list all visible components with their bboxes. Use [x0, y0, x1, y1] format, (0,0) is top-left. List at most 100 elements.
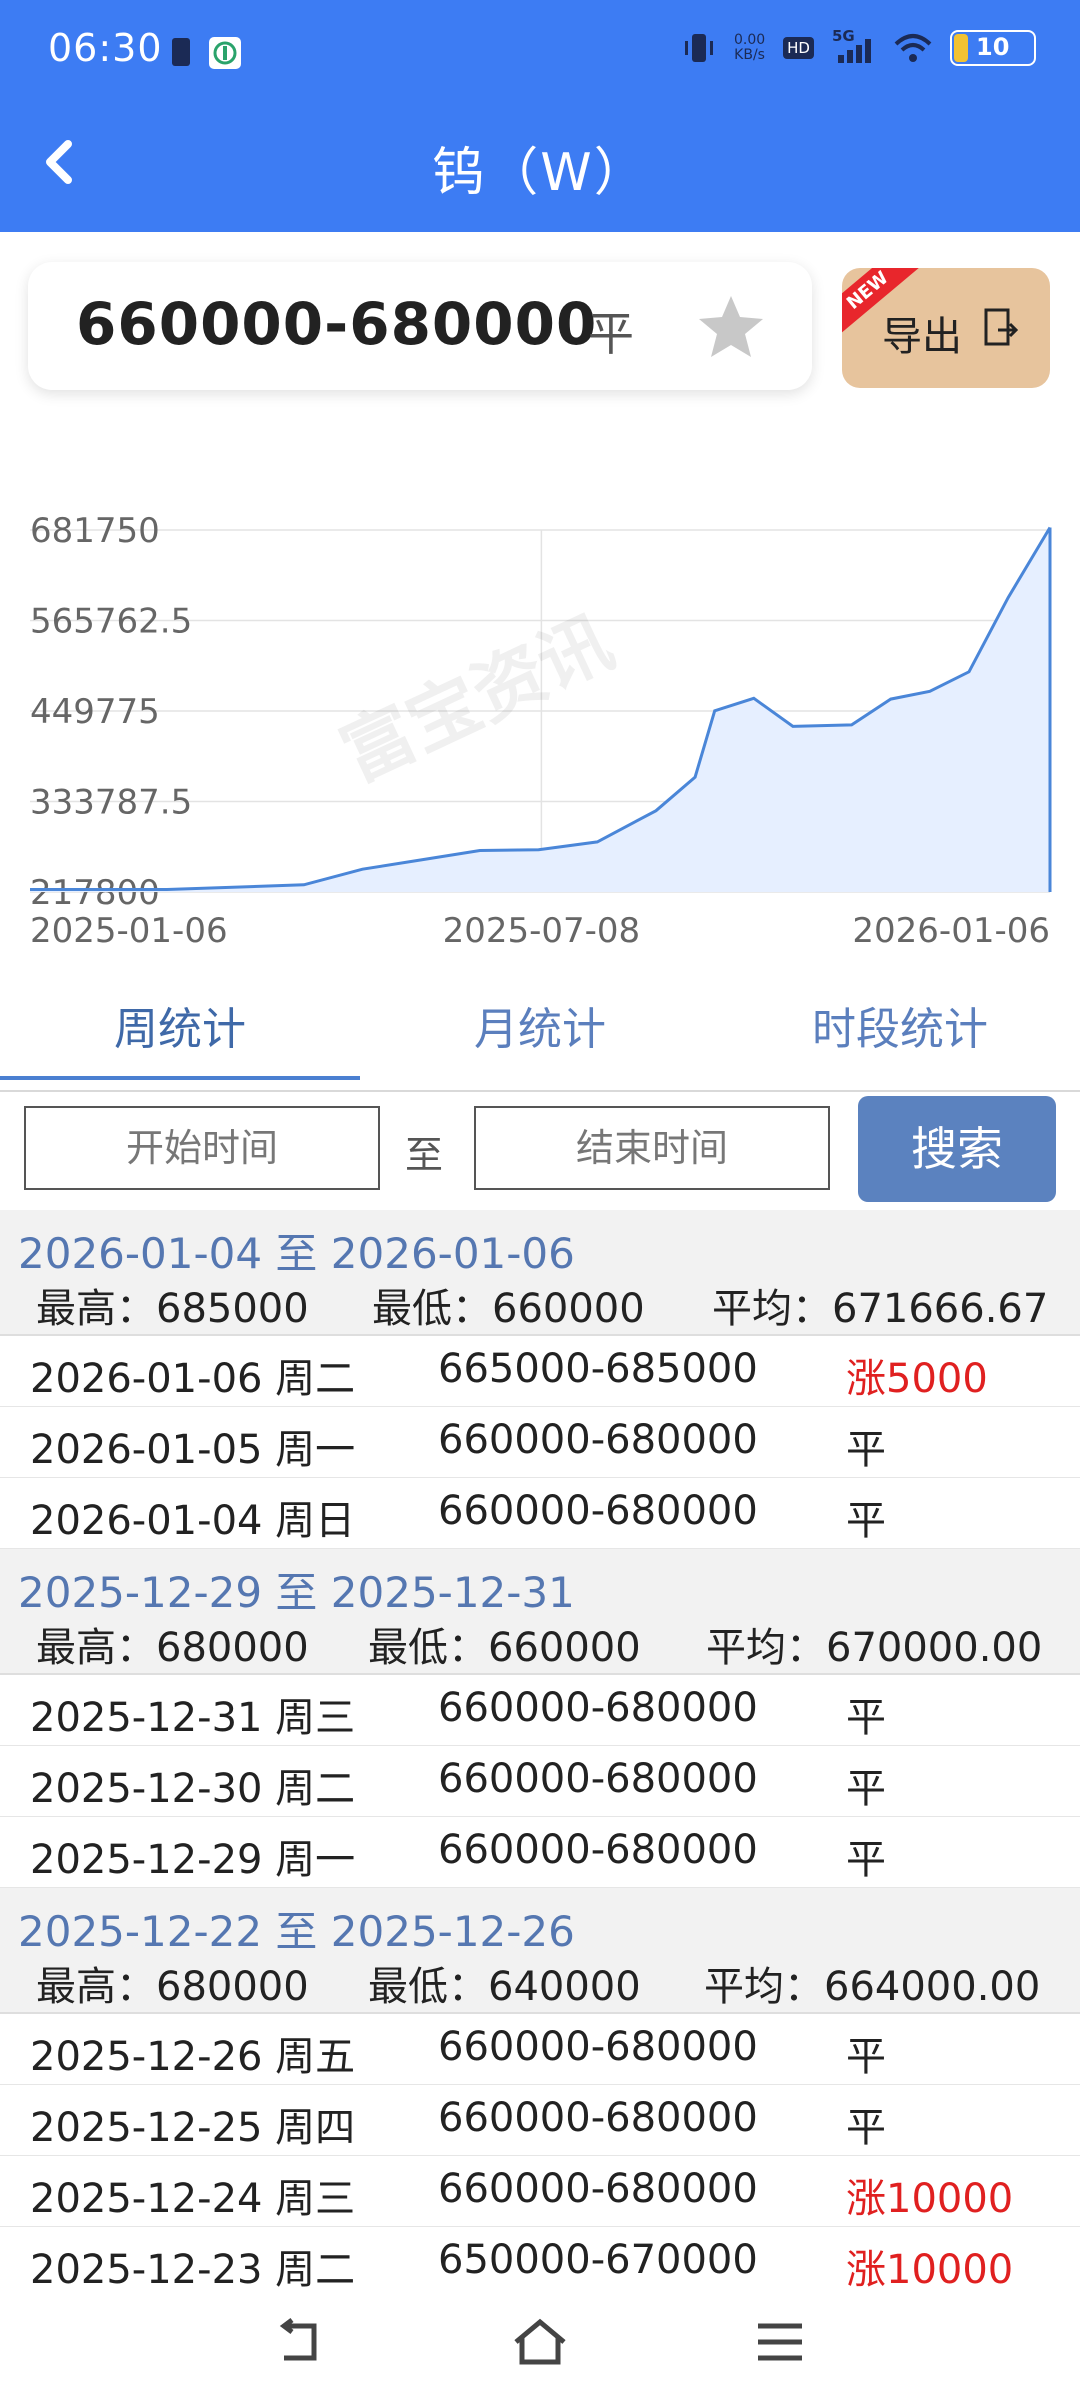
app-notification-icon — [209, 37, 241, 69]
row-change: 平 — [846, 1498, 886, 1544]
price-row[interactable]: 2025-12-29 周一 660000-680000 平 — [0, 1817, 1080, 1888]
row-date: 2025-12-25 周四 — [30, 2105, 356, 2151]
week-avg: 平均：671666.67 — [712, 1286, 1049, 1332]
y-tick-label: 449775 — [30, 692, 160, 732]
row-change: 平 — [846, 2105, 886, 2151]
week-range: 2025-12-29 至 2025-12-31 — [18, 1568, 575, 1617]
row-price-range: 660000-680000 — [438, 1685, 758, 1731]
row-change: 平 — [846, 1695, 886, 1741]
week-high: 最高：680000 — [36, 1625, 309, 1671]
stat-tabs: 周统计 月统计 时段统计 — [0, 990, 1080, 1092]
x-tick-label: 2025-07-08 — [443, 911, 641, 951]
export-button[interactable]: NEW 导出 — [842, 268, 1050, 388]
row-date: 2025-12-24 周三 — [30, 2176, 356, 2222]
week-group-header: 2025-12-29 至 2025-12-31 最高：680000 最低：660… — [0, 1549, 1080, 1675]
page-title: 钨（W） — [432, 143, 648, 203]
favorite-star-icon[interactable] — [696, 292, 766, 362]
hd-badge: HD — [783, 37, 814, 59]
tab-monthly[interactable]: 月统计 — [360, 990, 720, 1090]
search-button[interactable]: 搜索 — [858, 1096, 1056, 1202]
vibrate-icon — [684, 34, 713, 62]
tab-weekly[interactable]: 周统计 — [0, 990, 360, 1090]
to-label: 至 — [405, 1133, 444, 1177]
y-tick-label: 217800 — [30, 873, 160, 913]
row-price-range: 660000-680000 — [438, 1827, 758, 1873]
row-date: 2026-01-05 周一 — [30, 1427, 356, 1473]
price-row[interactable]: 2026-01-05 周一 660000-680000 平 — [0, 1407, 1080, 1478]
week-low: 最低：660000 — [368, 1625, 641, 1671]
week-avg: 平均：670000.00 — [706, 1625, 1043, 1671]
row-date: 2025-12-26 周五 — [30, 2034, 356, 2080]
row-price-range: 660000-680000 — [438, 2095, 758, 2141]
row-price-range: 660000-680000 — [438, 1417, 758, 1463]
status-time: 06:30 — [48, 26, 163, 70]
export-icon — [984, 308, 1019, 346]
price-row[interactable]: 2025-12-24 周三 660000-680000 涨10000 — [0, 2156, 1080, 2227]
date-search-row: 开始时间 至 结束时间 搜索 — [0, 1090, 1080, 1210]
price-row[interactable]: 2026-01-06 周二 665000-685000 涨5000 — [0, 1336, 1080, 1407]
row-price-range: 665000-685000 — [438, 1346, 758, 1392]
row-date: 2025-12-31 周三 — [30, 1695, 356, 1741]
row-change: 涨5000 — [846, 1356, 988, 1402]
status-right: 0.00 KB/s HD 5G 10 — [682, 27, 1036, 66]
week-range: 2026-01-04 至 2026-01-06 — [18, 1229, 575, 1278]
row-change: 平 — [846, 1427, 886, 1473]
price-row[interactable]: 2026-01-04 周日 660000-680000 平 — [0, 1478, 1080, 1549]
price-change-status: 平 — [588, 307, 634, 361]
nav-menu-icon[interactable] — [750, 2312, 810, 2372]
row-date: 2026-01-06 周二 — [30, 1356, 356, 1402]
system-nav-bar — [0, 2290, 1080, 2400]
row-price-range: 660000-680000 — [438, 1756, 758, 1802]
row-change: 平 — [846, 1766, 886, 1812]
x-tick-label: 2026-01-06 — [852, 911, 1050, 951]
week-range: 2025-12-22 至 2025-12-26 — [18, 1907, 575, 1956]
current-price-range: 660000-680000 — [76, 290, 598, 358]
row-date: 2025-12-30 周二 — [30, 1766, 356, 1812]
y-tick-label: 333787.5 — [30, 783, 192, 823]
week-avg: 平均：664000.00 — [704, 1964, 1041, 2010]
current-price-card: 660000-680000 平 — [28, 262, 812, 390]
row-date: 2026-01-04 周日 — [30, 1498, 356, 1544]
row-change: 平 — [846, 1837, 886, 1883]
start-date-input[interactable]: 开始时间 — [24, 1106, 380, 1190]
week-high: 最高：685000 — [36, 1286, 309, 1332]
wifi-icon — [894, 34, 932, 62]
row-date: 2025-12-23 周二 — [30, 2247, 356, 2293]
end-date-input[interactable]: 结束时间 — [474, 1106, 830, 1190]
app-header-area: 06:30 0.00 KB/s HD 5G 10 钨（W） — [0, 0, 1080, 232]
weekly-price-list: 2026-01-04 至 2026-01-06 最高：685000 最低：660… — [0, 1210, 1080, 2298]
nav-home-icon[interactable] — [510, 2312, 570, 2372]
nav-header: 钨（W） — [0, 100, 1080, 232]
net-speed: 0.00 KB/s — [733, 32, 766, 63]
y-tick-label: 565762.5 — [30, 602, 192, 642]
active-tab-indicator — [0, 1076, 360, 1080]
week-high: 最高：680000 — [36, 1964, 309, 2010]
week-group-header: 2025-12-22 至 2025-12-26 最高：680000 最低：640… — [0, 1888, 1080, 2014]
price-row[interactable]: 2025-12-30 周二 660000-680000 平 — [0, 1746, 1080, 1817]
sim-icon — [172, 38, 190, 66]
price-trend-chart: 681750565762.5449775333787.52178002025-0… — [30, 511, 1052, 951]
export-label: 导出 — [882, 314, 962, 360]
row-change: 涨10000 — [846, 2176, 1014, 2222]
nav-back-icon[interactable] — [270, 2312, 330, 2372]
week-group-header: 2026-01-04 至 2026-01-06 最高：685000 最低：660… — [0, 1210, 1080, 1336]
row-change: 涨10000 — [846, 2247, 1014, 2293]
price-row[interactable]: 2025-12-31 周三 660000-680000 平 — [0, 1675, 1080, 1746]
price-row[interactable]: 2025-12-23 周二 650000-670000 涨10000 — [0, 2227, 1080, 2298]
status-bar: 06:30 0.00 KB/s HD 5G 10 — [0, 0, 1080, 100]
row-price-range: 650000-670000 — [438, 2237, 758, 2283]
y-tick-label: 681750 — [30, 511, 160, 551]
row-price-range: 660000-680000 — [438, 2166, 758, 2212]
signal-icon: 5G — [832, 27, 876, 65]
price-row[interactable]: 2025-12-26 周五 660000-680000 平 — [0, 2014, 1080, 2085]
price-row[interactable]: 2025-12-25 周四 660000-680000 平 — [0, 2085, 1080, 2156]
week-low: 最低：640000 — [368, 1964, 641, 2010]
battery-icon: 10 — [950, 30, 1036, 66]
row-date: 2025-12-29 周一 — [30, 1837, 356, 1883]
row-change: 平 — [846, 2034, 886, 2080]
x-tick-label: 2025-01-06 — [30, 911, 228, 951]
tab-period[interactable]: 时段统计 — [720, 990, 1080, 1090]
week-low: 最低：660000 — [372, 1286, 645, 1332]
row-price-range: 660000-680000 — [438, 2024, 758, 2070]
row-price-range: 660000-680000 — [438, 1488, 758, 1534]
